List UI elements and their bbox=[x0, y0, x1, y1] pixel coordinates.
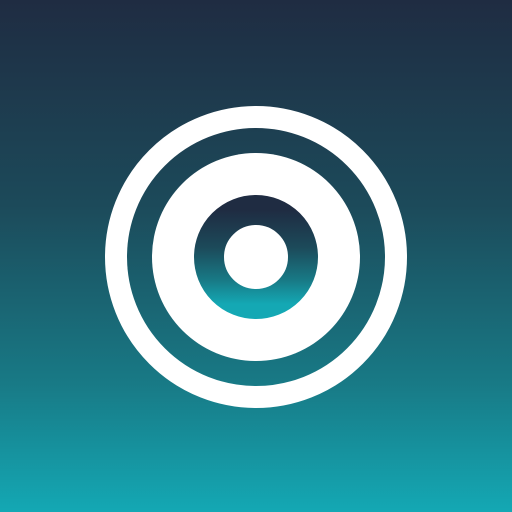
center-dot bbox=[225, 226, 287, 288]
app-icon-background bbox=[0, 0, 512, 512]
concentric-circles-target-icon bbox=[105, 106, 407, 408]
